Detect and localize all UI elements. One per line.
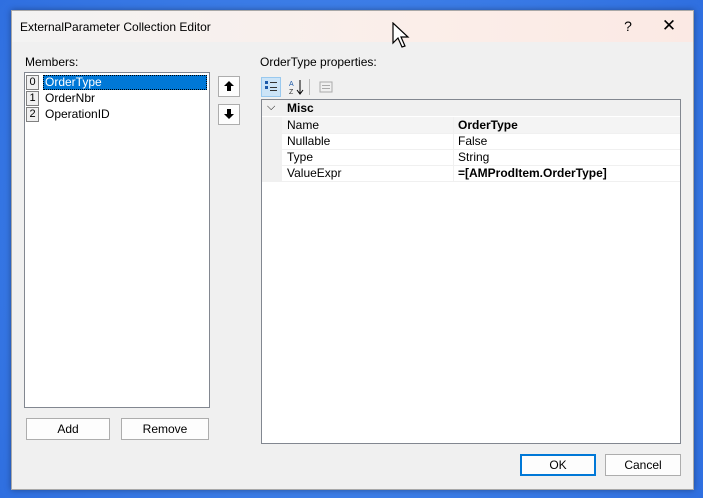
move-up-button[interactable] <box>218 76 240 97</box>
property-value[interactable]: String <box>458 150 489 164</box>
property-grid[interactable]: ⌵ Misc Name OrderType Nullable False Typ… <box>261 99 681 444</box>
remove-button[interactable]: Remove <box>121 418 209 440</box>
property-pages-icon[interactable] <box>316 77 336 97</box>
property-row-name[interactable]: Name OrderType <box>262 117 680 134</box>
property-row-nullable[interactable]: Nullable False <box>262 133 680 150</box>
toolbar-separator <box>309 79 310 95</box>
list-item[interactable]: 0 OrderType <box>26 75 208 90</box>
property-value[interactable]: OrderType <box>458 118 518 132</box>
arrow-down-icon <box>224 109 234 119</box>
collection-editor-dialog: ExternalParameter Collection Editor ? ✕ … <box>11 10 694 490</box>
list-item-label: OrderNbr <box>45 91 96 105</box>
list-item[interactable]: 2 OperationID <box>26 107 208 122</box>
alphabetical-icon[interactable]: AZ <box>287 77 307 97</box>
row-gutter <box>262 165 282 181</box>
ok-button[interactable]: OK <box>520 454 596 476</box>
column-divider <box>453 133 454 149</box>
property-value[interactable]: =[AMProdItem.OrderType] <box>458 166 607 180</box>
categorized-icon[interactable] <box>261 77 281 97</box>
close-button[interactable]: ✕ <box>658 16 680 36</box>
chevron-down-icon[interactable]: ⌵ <box>267 101 275 114</box>
property-name: ValueExpr <box>287 166 342 180</box>
row-gutter <box>262 133 282 149</box>
column-divider <box>453 117 454 133</box>
members-label: Members: <box>25 55 79 69</box>
members-list[interactable]: 0 OrderType 1 OrderNbr 2 OperationID <box>24 72 210 408</box>
list-item-index: 1 <box>26 91 39 106</box>
cancel-button[interactable]: Cancel <box>605 454 681 476</box>
dialog-title: ExternalParameter Collection Editor <box>20 20 211 34</box>
help-button[interactable]: ? <box>618 18 638 34</box>
title-bar[interactable]: ExternalParameter Collection Editor ? ✕ <box>12 11 693 42</box>
property-name: Nullable <box>287 134 331 148</box>
property-name: Name <box>287 118 320 132</box>
list-item[interactable]: 1 OrderNbr <box>26 91 208 106</box>
property-row-valueexpr[interactable]: ValueExpr =[AMProdItem.OrderType] <box>262 165 680 182</box>
list-item-index: 2 <box>26 107 39 122</box>
list-item-index: 0 <box>26 75 39 90</box>
arrow-up-icon <box>224 81 234 91</box>
category-title: Misc <box>287 101 314 115</box>
property-name: Type <box>287 150 314 164</box>
properties-label: OrderType properties: <box>260 55 377 69</box>
column-divider <box>453 165 454 181</box>
add-button[interactable]: Add <box>26 418 110 440</box>
mouse-pointer-icon <box>392 22 410 48</box>
move-down-button[interactable] <box>218 104 240 125</box>
row-gutter <box>262 149 282 165</box>
svg-text:A: A <box>289 81 294 88</box>
row-gutter <box>262 117 282 133</box>
column-divider <box>453 149 454 165</box>
property-row-type[interactable]: Type String <box>262 149 680 166</box>
property-value[interactable]: False <box>458 134 487 148</box>
svg-text:Z: Z <box>289 89 294 95</box>
list-item-label: OrderType <box>43 75 207 90</box>
list-item-label: OperationID <box>45 107 110 121</box>
category-row-misc[interactable]: ⌵ Misc <box>262 100 680 116</box>
